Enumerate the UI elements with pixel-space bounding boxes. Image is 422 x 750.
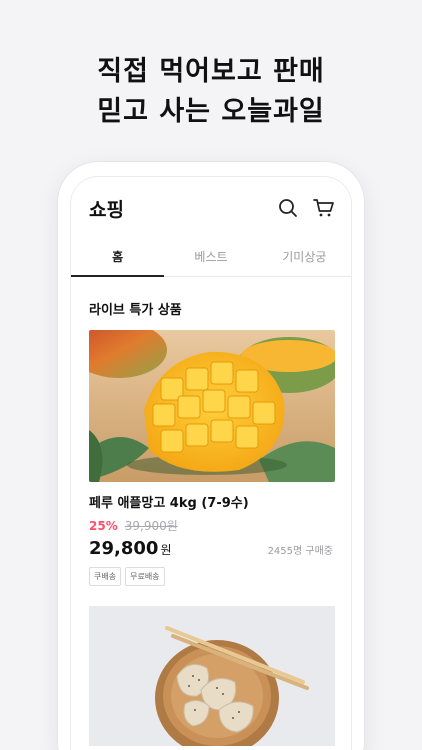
badge-delivery: 쿠배송: [89, 567, 122, 586]
headline-line-2: 믿고 사는 오늘과일: [97, 96, 325, 127]
sale-price-value: 29,800: [89, 538, 159, 559]
product-image-mango[interactable]: [89, 330, 335, 482]
currency-label: 원: [160, 543, 172, 557]
product-image-dumplings[interactable]: [89, 606, 335, 746]
tab-home[interactable]: 홈: [71, 239, 165, 277]
page-title: 쇼핑: [89, 198, 124, 221]
promo-headline: 직접 먹어보고 판매 믿고 사는 오늘과일: [0, 52, 422, 132]
discount-rate: 25%: [89, 519, 118, 533]
headline-line-1: 직접 먹어보고 판매: [97, 56, 325, 87]
badge-free-shipping: 무료배송: [125, 567, 165, 586]
original-price: 39,900원: [124, 519, 178, 533]
tab-bar: 홈 베스트 기미상궁: [71, 239, 351, 277]
sale-price: 29,800 원: [89, 538, 172, 559]
tab-gimisanggung[interactable]: 기미상궁: [258, 239, 351, 276]
tab-best[interactable]: 베스트: [164, 239, 257, 276]
product-name[interactable]: 페루 애플망고 4kg (7-9수): [89, 492, 333, 511]
price-original-row: 25% 39,900원: [89, 517, 333, 534]
cart-icon[interactable]: [313, 197, 335, 219]
buyer-count: 2455명 구매중: [267, 546, 333, 557]
badge-list: 쿠배송 무료배송: [89, 567, 333, 586]
app-screen: 쇼핑 홈 베스트 기미상궁 라이브 특가 상품 페루 애플망고 4kg (7-9…: [70, 176, 352, 750]
app-header: 쇼핑: [71, 177, 351, 239]
main-content: 라이브 특가 상품 페루 애플망고 4kg (7-9수) 25% 39,900원…: [71, 299, 351, 746]
header-actions: [277, 197, 335, 219]
price-sale-row: 29,800 원 2455명 구매중: [89, 538, 333, 559]
section-title: 라이브 특가 상품: [89, 303, 182, 318]
search-icon[interactable]: [277, 197, 299, 219]
